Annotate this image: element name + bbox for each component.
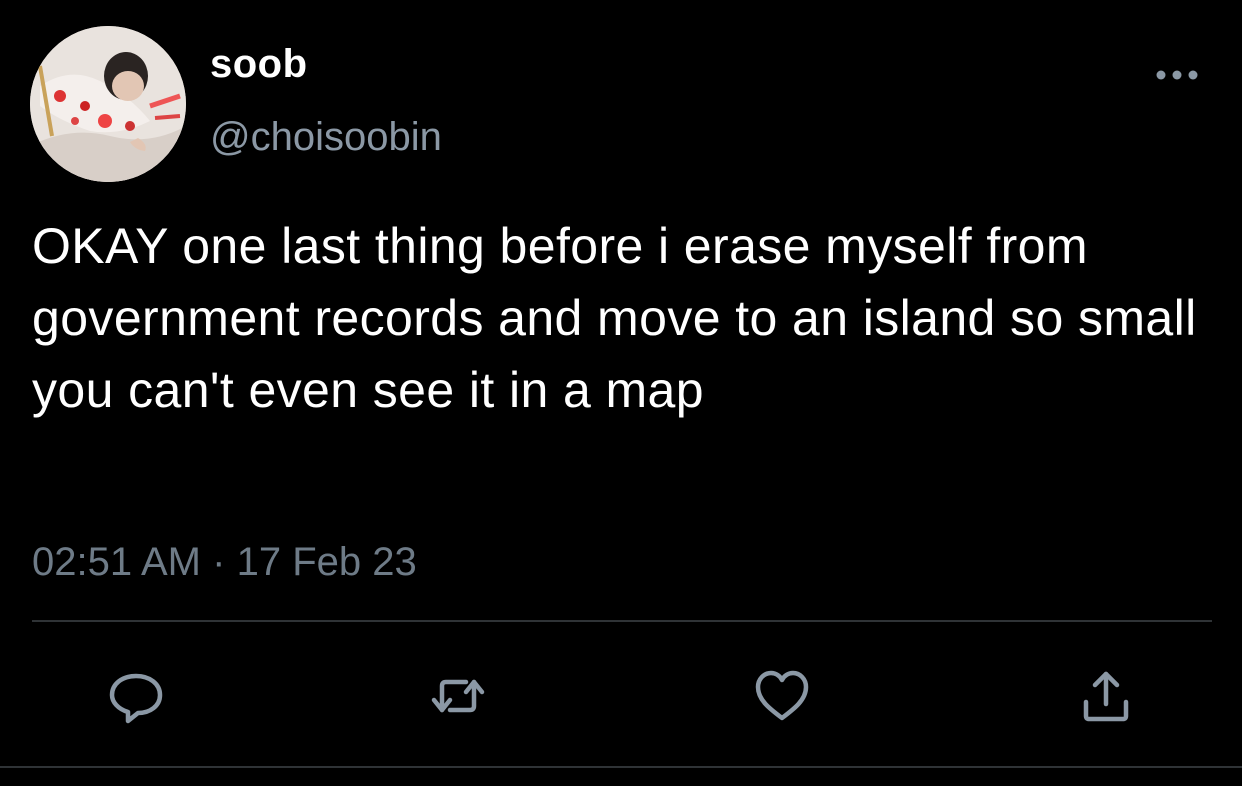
tweet-card: soob @choisoobin OKAY one last thing bef… bbox=[0, 0, 1242, 786]
user-handle[interactable]: @choisoobin bbox=[210, 115, 442, 160]
tweet-date: 17 Feb 23 bbox=[236, 540, 417, 584]
share-upload-icon bbox=[1083, 671, 1129, 722]
like-button[interactable] bbox=[752, 666, 812, 726]
tweet-time: 02:51 AM bbox=[32, 540, 202, 584]
heart-icon bbox=[755, 670, 809, 721]
share-button[interactable] bbox=[1076, 666, 1136, 726]
reply-button[interactable] bbox=[106, 666, 166, 726]
tweet-text: OKAY one last thing before i erase mysel… bbox=[32, 218, 1197, 418]
divider bbox=[32, 620, 1212, 622]
tweet-timestamp[interactable]: 02:51 AM · 17 Feb 23 bbox=[32, 540, 417, 585]
more-options-button[interactable] bbox=[1152, 60, 1202, 90]
bottom-divider bbox=[0, 766, 1242, 768]
avatar[interactable] bbox=[30, 26, 186, 182]
retweet-button[interactable] bbox=[428, 666, 488, 726]
reply-bubble-icon bbox=[109, 673, 163, 724]
meta-separator: · bbox=[212, 540, 226, 584]
more-horizontal-icon bbox=[1156, 70, 1198, 80]
retweet-icon bbox=[431, 679, 485, 713]
display-name[interactable]: soob bbox=[210, 42, 308, 87]
avatar-image bbox=[30, 26, 186, 182]
